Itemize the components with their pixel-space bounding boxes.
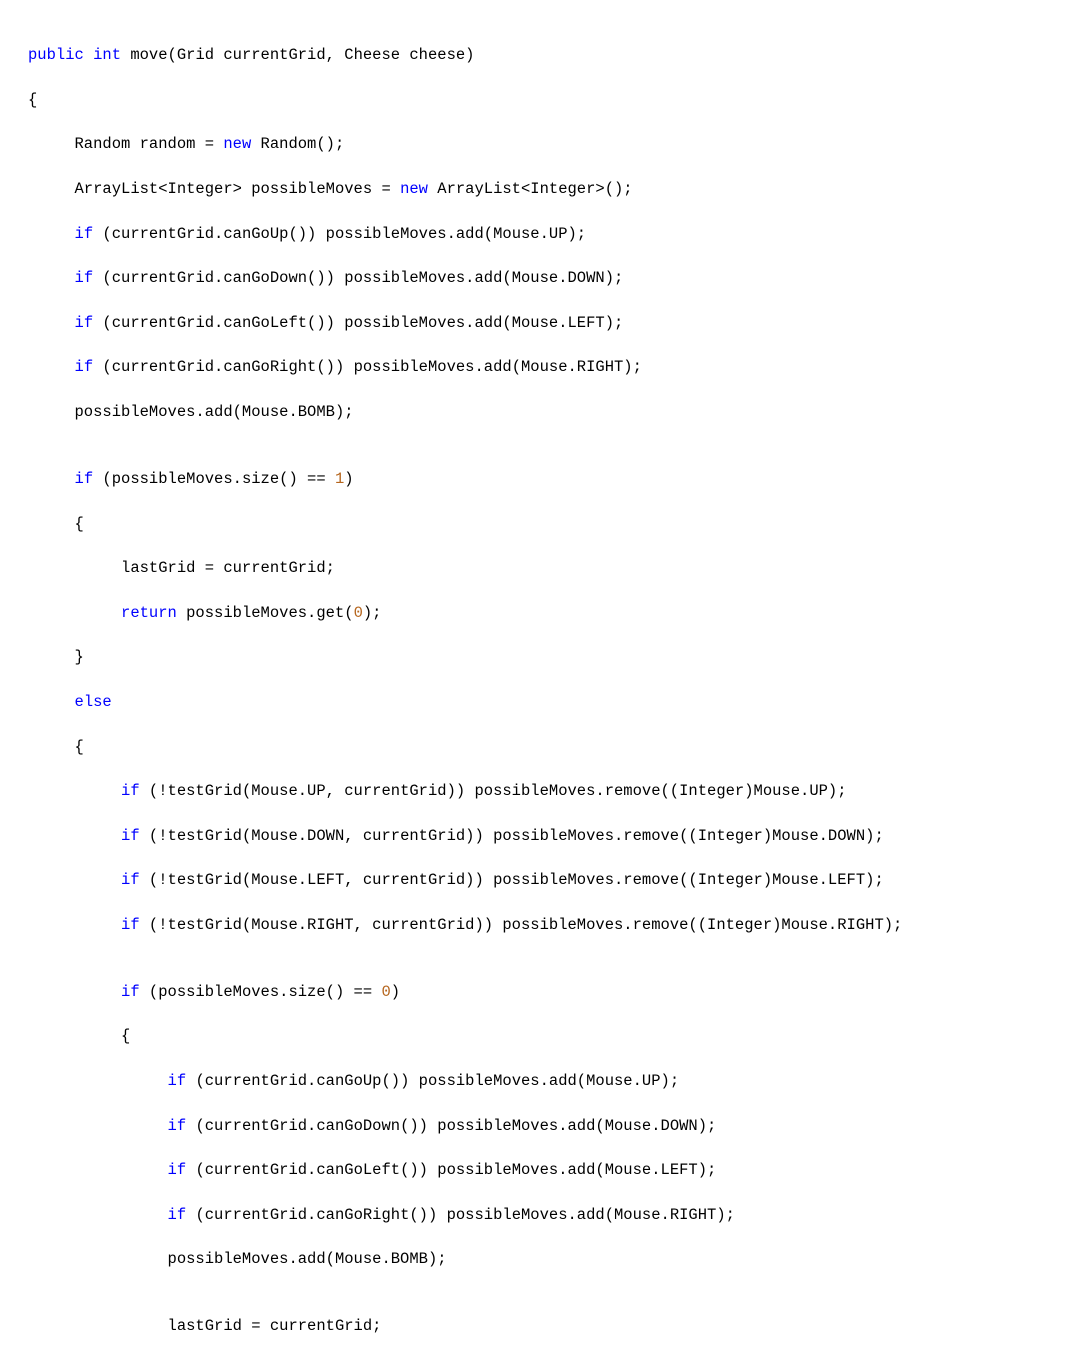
code-line: if (!testGrid(Mouse.UP, currentGrid)) po… [28, 780, 1079, 802]
keyword-else: else [75, 693, 112, 711]
code-line: if (!testGrid(Mouse.LEFT, currentGrid)) … [28, 869, 1079, 891]
code-line: if (!testGrid(Mouse.DOWN, currentGrid)) … [28, 825, 1079, 847]
code-line: if (currentGrid.canGoDown()) possibleMov… [28, 267, 1079, 289]
keyword-if: if [121, 782, 140, 800]
keyword-if: if [75, 269, 94, 287]
keyword-if: if [121, 827, 140, 845]
code-editor: public int move(Grid currentGrid, Cheese… [0, 0, 1079, 1360]
keyword-if: if [75, 358, 94, 376]
code-line: Random random = new Random(); [28, 133, 1079, 155]
keyword-if: if [121, 916, 140, 934]
keyword-if: if [121, 983, 140, 1001]
keyword-if: if [75, 314, 94, 332]
code-line: if (currentGrid.canGoUp()) possibleMoves… [28, 1070, 1079, 1092]
number-literal: 0 [354, 604, 363, 622]
code-line: { [28, 513, 1079, 535]
keyword-new: new [223, 135, 251, 153]
code-line: { [28, 1025, 1079, 1047]
code-line: } [28, 646, 1079, 668]
number-literal: 0 [381, 983, 390, 1001]
code-line: possibleMoves.add(Mouse.BOMB); [28, 1248, 1079, 1270]
code-line: if (currentGrid.canGoLeft()) possibleMov… [28, 312, 1079, 334]
code-line: lastGrid = currentGrid; [28, 557, 1079, 579]
keyword-return: return [121, 604, 177, 622]
code-line: return possibleMoves.get(0); [28, 602, 1079, 624]
code-line: else [28, 691, 1079, 713]
keyword-if: if [168, 1072, 187, 1090]
code-line: if (currentGrid.canGoLeft()) possibleMov… [28, 1159, 1079, 1181]
code-line: if (currentGrid.canGoDown()) possibleMov… [28, 1115, 1079, 1137]
code-line: if (possibleMoves.size() == 1) [28, 468, 1079, 490]
code-line: if (possibleMoves.size() == 0) [28, 981, 1079, 1003]
keyword-public: public [28, 46, 84, 64]
code-line: if (currentGrid.canGoRight()) possibleMo… [28, 356, 1079, 378]
code-line: possibleMoves.add(Mouse.BOMB); [28, 401, 1079, 423]
number-literal: 1 [335, 470, 344, 488]
keyword-if: if [75, 470, 94, 488]
code-line: lastGrid = currentGrid; [28, 1315, 1079, 1337]
keyword-int: int [93, 46, 121, 64]
code-line: public int move(Grid currentGrid, Cheese… [28, 44, 1079, 66]
keyword-if: if [121, 871, 140, 889]
code-line: if (currentGrid.canGoUp()) possibleMoves… [28, 223, 1079, 245]
code-line: if (!testGrid(Mouse.RIGHT, currentGrid))… [28, 914, 1079, 936]
keyword-if: if [75, 225, 94, 243]
code-line: { [28, 736, 1079, 758]
keyword-if: if [168, 1206, 187, 1224]
keyword-if: if [168, 1161, 187, 1179]
keyword-if: if [168, 1117, 187, 1135]
code-line: ArrayList<Integer> possibleMoves = new A… [28, 178, 1079, 200]
code-line: { [28, 89, 1079, 111]
code-line: if (currentGrid.canGoRight()) possibleMo… [28, 1204, 1079, 1226]
keyword-new: new [400, 180, 428, 198]
